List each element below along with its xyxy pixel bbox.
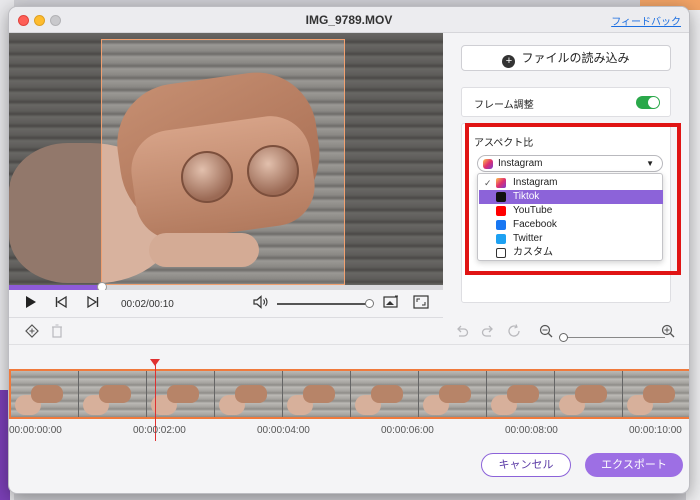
total-duration: 00:10: [148, 299, 174, 310]
frame-adjust-toggle[interactable]: [636, 96, 660, 109]
timeline-thumbnail: [11, 371, 79, 417]
timeline-thumbnail: [147, 371, 215, 417]
timeline-thumbnail: [351, 371, 419, 417]
timeline-tick-label: 00:00:00:00: [9, 425, 62, 436]
crop-frame[interactable]: [101, 39, 345, 285]
volume-slider-track[interactable]: [277, 303, 369, 305]
zoom-out-icon[interactable]: [539, 324, 553, 341]
aspect-option-facebook[interactable]: Facebook: [479, 218, 663, 232]
timeline-thumbnail: [555, 371, 623, 417]
window-title: IMG_9789.MOV: [305, 13, 393, 27]
feedback-link[interactable]: フィードバック: [611, 13, 681, 28]
instagram-icon: [483, 159, 493, 169]
fullscreen-icon[interactable]: [413, 295, 429, 312]
frame-adjust-row: フレーム調整: [461, 87, 671, 117]
instagram-icon: [496, 178, 506, 188]
undo-icon[interactable]: [455, 324, 469, 341]
timeline-clip[interactable]: [9, 369, 689, 419]
video-preview[interactable]: [9, 33, 443, 285]
export-button[interactable]: エクスポート: [585, 453, 683, 477]
playback-time: 00:02/00:10: [121, 299, 174, 310]
aspect-option-label: Instagram: [513, 177, 558, 188]
aspect-ratio-selected-value: Instagram: [498, 158, 543, 169]
timeline-thumbnail: [79, 371, 147, 417]
timeline-tick-label: 00:00:04:00: [257, 425, 310, 436]
redo-icon[interactable]: [481, 324, 495, 341]
aspect-option-label: Tiktok: [513, 191, 540, 202]
youtube-icon: [496, 206, 506, 216]
facebook-icon: [496, 220, 506, 230]
timeline-toolbar: [9, 319, 689, 345]
frame-adjust-label: フレーム調整: [474, 100, 534, 111]
tiktok-icon: [496, 192, 506, 202]
settings-panel: + ファイルの読み込み フレーム調整 アスペクト比 Instagram ▼ ✓ In…: [461, 45, 681, 303]
cancel-button[interactable]: キャンセル: [481, 453, 571, 477]
timeline-tick-label: 00:00:02:00: [133, 425, 186, 436]
aspect-option-label: YouTube: [513, 205, 553, 216]
plus-circle-icon: +: [502, 55, 516, 68]
aspect-option-カスタム[interactable]: カスタム: [479, 246, 663, 260]
timeline-thumbnail: [283, 371, 351, 417]
zoom-in-icon[interactable]: [661, 324, 675, 341]
aspect-ratio-dropdown: ✓ Instagram Tiktok YouTube Facebook Twitter カス…: [477, 173, 663, 261]
load-file-label: ファイルの読み込み: [521, 51, 630, 65]
aspect-option-label: Twitter: [513, 233, 543, 244]
video-editor-window: IMG_9789.MOV フィードバック 00:02/00:10 + ファイルの…: [8, 6, 690, 494]
timeline-thumbnail: [215, 371, 283, 417]
playback-controls: 00:02/00:10: [9, 290, 443, 318]
title-bar: IMG_9789.MOV フィードバック: [9, 7, 689, 33]
load-file-button[interactable]: + ファイルの読み込み: [461, 45, 671, 71]
chevron-down-icon: ▼: [646, 159, 654, 168]
custom-crop-icon: [496, 248, 506, 258]
next-frame-icon[interactable]: [87, 295, 99, 312]
twitter-icon: [496, 234, 506, 244]
volume-slider-handle[interactable]: [365, 299, 374, 308]
current-time: 00:02: [121, 299, 147, 310]
play-icon[interactable]: [25, 295, 37, 312]
timeline-zoom-handle[interactable]: [559, 333, 568, 342]
aspect-option-youtube[interactable]: YouTube: [479, 204, 663, 218]
timeline-tick-label: 00:00:10:00: [629, 425, 682, 436]
volume-icon[interactable]: [253, 295, 269, 312]
delete-icon[interactable]: [51, 324, 63, 341]
aspect-option-tiktok[interactable]: Tiktok: [479, 190, 663, 204]
aspect-option-label: Facebook: [513, 219, 557, 230]
snapshot-icon[interactable]: [383, 295, 399, 312]
add-marker-icon[interactable]: [25, 324, 39, 341]
aspect-option-twitter[interactable]: Twitter: [479, 232, 663, 246]
aspect-option-label: カスタム: [513, 247, 553, 258]
timeline-zoom-slider[interactable]: [565, 337, 665, 338]
reset-icon[interactable]: [507, 324, 521, 341]
timeline-thumbnail: [623, 371, 689, 417]
timeline-tick-label: 00:00:06:00: [381, 425, 434, 436]
aspect-option-instagram[interactable]: ✓ Instagram: [479, 176, 663, 190]
previous-frame-icon[interactable]: [55, 295, 67, 312]
aspect-ratio-select[interactable]: Instagram ▼: [477, 155, 663, 172]
timeline-tick-label: 00:00:08:00: [505, 425, 558, 436]
timeline-thumbnail: [487, 371, 555, 417]
checkmark-icon: ✓: [484, 178, 492, 188]
timeline-thumbnail: [419, 371, 487, 417]
